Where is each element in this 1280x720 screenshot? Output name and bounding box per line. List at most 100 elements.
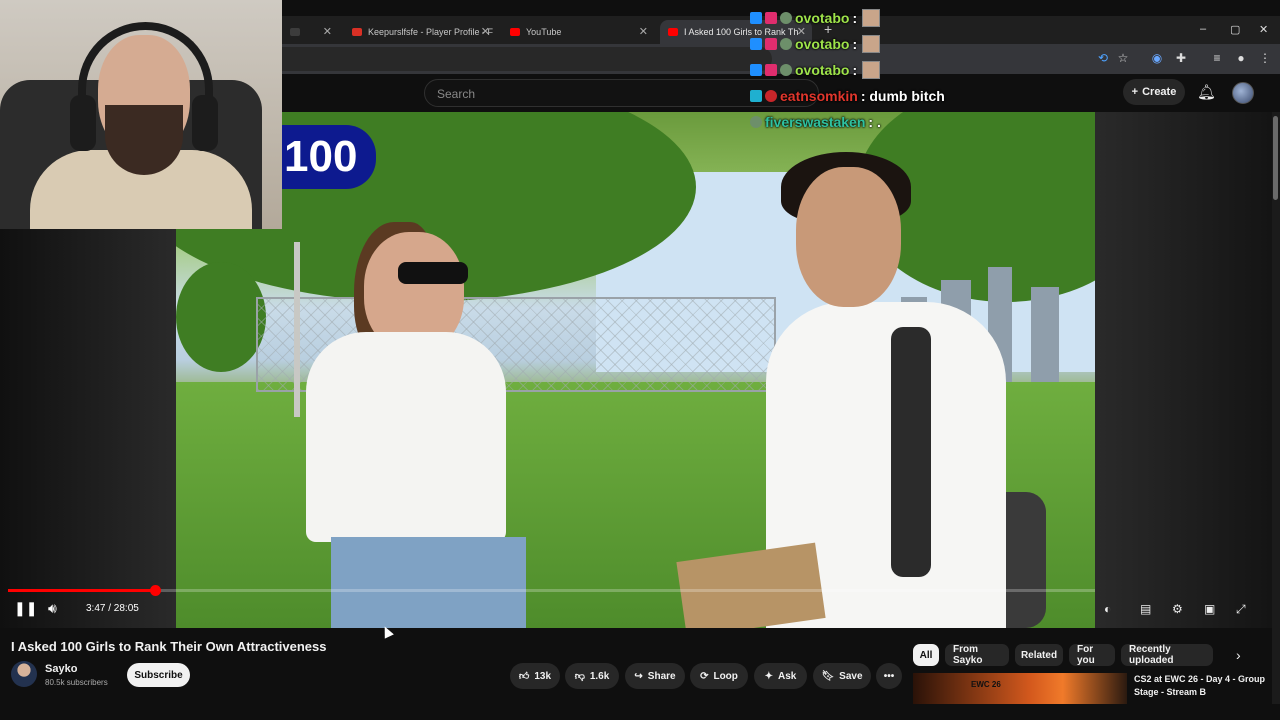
volume-icon[interactable]: 🔊︎ — [48, 600, 57, 617]
tree-bush — [176, 262, 266, 372]
notifications-bell-icon[interactable]: 🔔︎ — [1197, 83, 1216, 101]
close-icon[interactable]: ✕ — [639, 25, 648, 38]
account-avatar[interactable] — [1232, 82, 1254, 104]
badge-icon — [750, 90, 762, 102]
bookmark-icon: 🔖︎ — [821, 670, 835, 682]
chat-text: : dumb bitch — [860, 88, 945, 104]
badge-icon — [750, 64, 762, 76]
youtube-icon — [510, 28, 520, 36]
badge-icon — [780, 64, 792, 76]
chip-for-you[interactable]: For you — [1069, 644, 1115, 666]
sunglasses — [398, 262, 468, 284]
badge-icon — [750, 38, 762, 50]
badge-icon — [765, 64, 777, 76]
video-counter-overlay: 100 — [282, 125, 376, 189]
chat-username: fiverswastaken — [765, 114, 866, 130]
badge-icon — [765, 90, 777, 102]
media-controls-icon[interactable]: ≡ — [1210, 51, 1224, 65]
scrollbar-thumb[interactable] — [1273, 116, 1278, 200]
chat-username: ovotabo — [795, 10, 850, 26]
chat-message: ovotabo : — [750, 59, 881, 81]
city-building — [1031, 287, 1059, 387]
more-icon: ••• — [883, 670, 895, 682]
browser-menu-icon[interactable]: ⋮ — [1258, 51, 1272, 65]
maximize-button[interactable]: ▢ — [1230, 23, 1240, 36]
page-scrollbar[interactable] — [1272, 112, 1280, 704]
share-icon: ↪ — [634, 670, 643, 682]
puzzle-icon[interactable]: ✚ — [1174, 51, 1188, 65]
dislike-button[interactable]: 👎︎ 1.6k — [565, 663, 619, 689]
share-button[interactable]: ↪ Share — [625, 663, 685, 689]
profile-icon[interactable]: ● — [1234, 51, 1248, 65]
badge-icon — [765, 12, 777, 24]
person-head — [796, 167, 901, 307]
browser-tab[interactable]: Keepurslfsfe - Player Profile - F ✕ — [344, 20, 496, 44]
chevron-right-icon[interactable]: › — [1236, 647, 1241, 663]
youtube-icon — [668, 28, 678, 36]
translate-icon[interactable]: ⟲ — [1096, 51, 1110, 65]
chat-message: ovotabo : — [750, 33, 881, 55]
subtitles-icon[interactable]: ▤ — [1140, 602, 1151, 616]
fullscreen-icon[interactable]: ⤢ — [1236, 602, 1246, 617]
chat-message: eatnsomkin : dumb bitch — [750, 85, 945, 107]
thumbs-up-icon: 👍︎ — [518, 671, 530, 682]
close-icon[interactable]: ✕ — [323, 25, 332, 38]
scrubber-handle[interactable] — [149, 585, 161, 596]
badge-icon — [780, 12, 792, 24]
recommended-title[interactable]: CS2 at EWC 26 - Day 4 - Group Stage - St… — [1134, 673, 1274, 699]
settings-gear-icon[interactable]: ⚙ — [1172, 602, 1183, 616]
loop-icon: ⟳ — [700, 670, 709, 682]
tab-favicon — [352, 28, 362, 36]
emote-icon — [862, 35, 881, 53]
emote-icon — [862, 9, 881, 27]
webcam-overlay — [0, 0, 282, 229]
tab-title: Keepurslfsfe - Player Profile - F — [368, 27, 494, 37]
person-shirt — [306, 332, 506, 542]
emote-icon — [862, 61, 881, 79]
subscribe-button[interactable]: Subscribe — [127, 663, 190, 687]
progress-played — [8, 589, 155, 592]
ask-button[interactable]: ✦ Ask — [754, 663, 807, 689]
search-placeholder: Search — [437, 87, 476, 101]
more-actions-button[interactable]: ••• — [876, 663, 902, 689]
video-title: I Asked 100 Girls to Rank Their Own Attr… — [11, 639, 327, 654]
loop-label: Loop — [713, 670, 738, 682]
bookmark-star-icon[interactable]: ☆ — [1116, 51, 1130, 65]
chat-message: ovotabo : — [750, 7, 881, 29]
chip-from-channel[interactable]: From Sayko — [945, 644, 1009, 666]
channel-name[interactable]: Sayko — [45, 663, 77, 675]
video-frame[interactable] — [176, 112, 1095, 628]
thumbs-down-icon: 👎︎ — [574, 671, 585, 682]
miniplayer-icon[interactable]: ▣ — [1204, 602, 1215, 616]
backpack-strap — [891, 327, 931, 577]
channel-avatar[interactable] — [11, 661, 37, 687]
thumbnail-logo-text: EWC 26 — [971, 680, 1001, 689]
chat-text: : . — [868, 114, 881, 130]
address-bar[interactable] — [282, 47, 772, 71]
like-button[interactable]: 👍︎ 13k — [510, 663, 560, 689]
autoplay-toggle-icon[interactable]: ◐ — [1104, 602, 1111, 616]
chip-related[interactable]: Related — [1015, 644, 1063, 666]
sparkle-icon: ✦ — [764, 670, 774, 682]
badge-icon — [765, 38, 777, 50]
close-window-button[interactable]: ✕ — [1259, 23, 1268, 36]
loop-button[interactable]: ⟳ Loop — [690, 663, 748, 689]
chip-all[interactable]: All — [913, 644, 939, 666]
browser-tab[interactable]: YouTube ✕ — [502, 20, 654, 44]
recommended-thumbnail[interactable]: EWC 26 — [913, 673, 1127, 704]
progress-bar[interactable] — [8, 585, 1095, 596]
chat-username: ovotabo — [795, 62, 850, 78]
dislike-count: 1.6k — [589, 670, 610, 682]
extension-icon[interactable]: ◉ — [1150, 51, 1164, 65]
close-icon[interactable]: ✕ — [481, 25, 490, 38]
badge-icon — [750, 116, 762, 128]
minimize-button[interactable]: – — [1200, 23, 1206, 35]
save-label: Save — [839, 670, 863, 682]
chip-recently-uploaded[interactable]: Recently uploaded — [1121, 644, 1213, 666]
save-button[interactable]: 🔖︎ Save — [813, 663, 871, 689]
create-button[interactable]: + Create — [1123, 79, 1185, 105]
browser-tab[interactable]: ✕ — [282, 20, 338, 44]
fence-pole — [294, 242, 300, 417]
like-count: 13k — [534, 670, 552, 682]
pause-icon[interactable]: ❚❚ — [14, 600, 37, 617]
